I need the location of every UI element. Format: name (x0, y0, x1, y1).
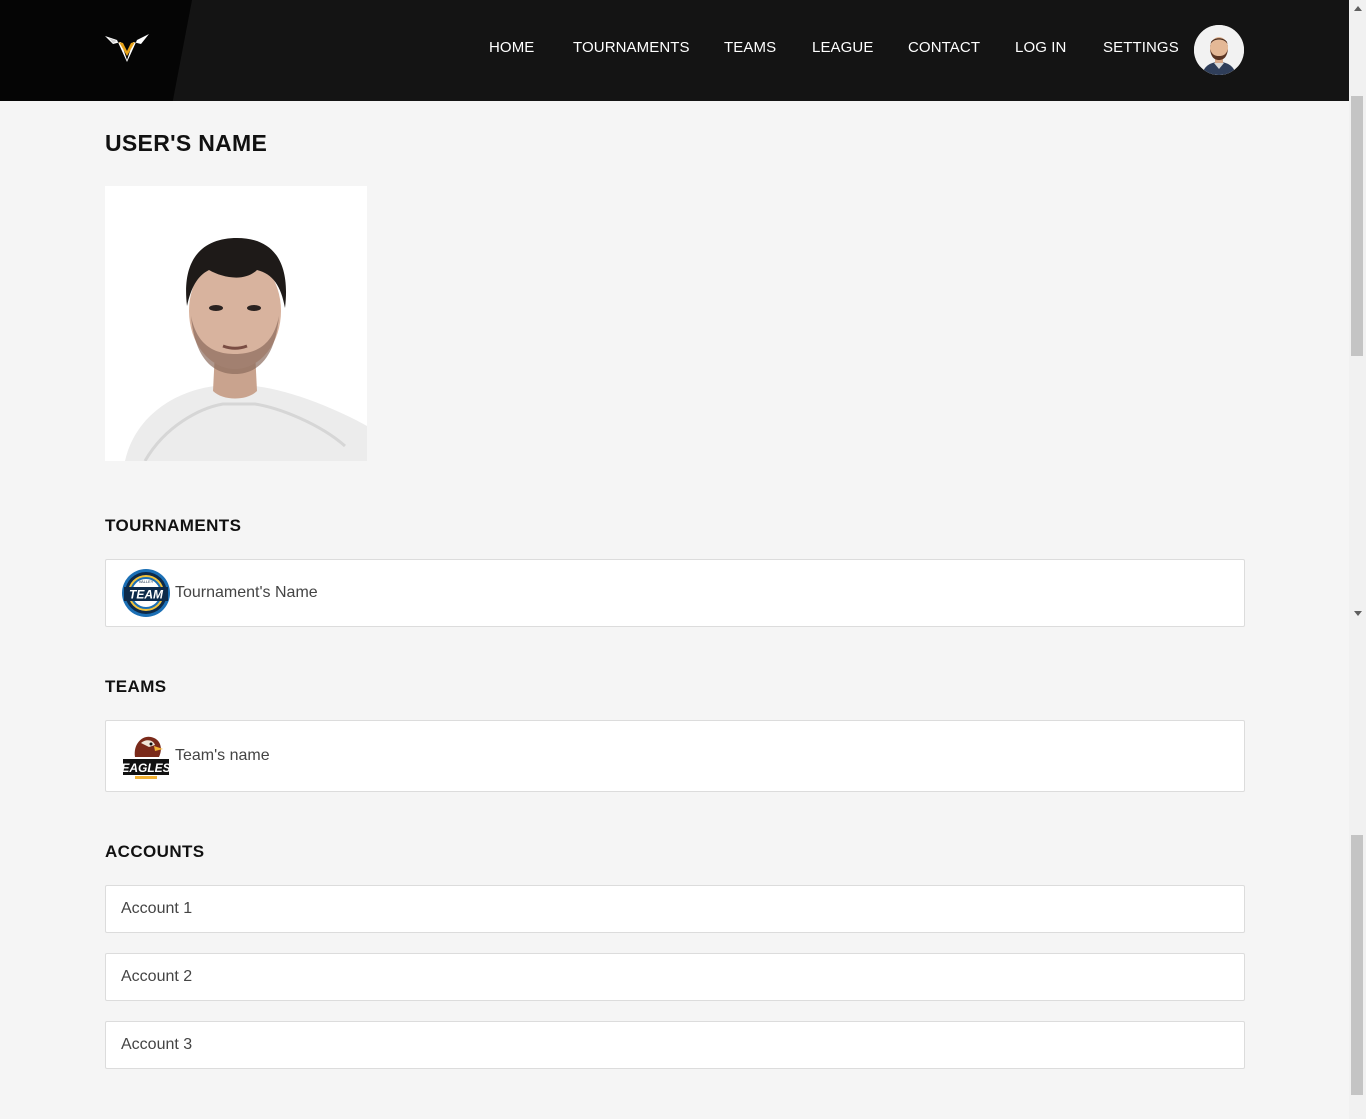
user-avatar-icon[interactable] (1194, 25, 1244, 75)
account-label: Account 3 (121, 1036, 193, 1053)
account-item-1[interactable]: Account 1 (105, 885, 1245, 933)
scroll-up-arrow-icon[interactable] (1354, 6, 1362, 11)
svg-text:TEAM: TEAM (129, 588, 164, 602)
account-item-3[interactable]: Account 3 (105, 1021, 1245, 1069)
team-badge-icon: EAGLES (121, 736, 171, 779)
profile-photo-icon (105, 186, 367, 461)
page-scrollbar[interactable] (1349, 0, 1366, 1119)
account-label: Account 2 (121, 968, 193, 985)
nav-log-in[interactable]: LOG IN (1015, 39, 1066, 56)
nav-home[interactable]: HOME (489, 39, 534, 56)
scrollbar-thumb-lower[interactable] (1351, 835, 1363, 1095)
svg-text:VALLEY: VALLEY (139, 579, 154, 584)
page-title: USER'S NAME (105, 130, 268, 156)
nav-tournaments[interactable]: TOURNAMENTS (573, 39, 690, 56)
team-name: Team's name (175, 747, 270, 764)
tournament-item[interactable]: TEAM VALLEY Tournament's Name (105, 559, 1245, 627)
tournament-name: Tournament's Name (175, 584, 318, 601)
nav-teams[interactable]: TEAMS (724, 39, 776, 56)
team-item[interactable]: EAGLES Team's name (105, 720, 1245, 792)
scroll-down-arrow-icon[interactable] (1354, 611, 1362, 616)
svg-text:EAGLES: EAGLES (121, 761, 170, 775)
teams-heading: TEAMS (105, 677, 167, 696)
scrollbar-thumb[interactable] (1351, 96, 1363, 356)
tournament-badge-icon: TEAM VALLEY (122, 569, 170, 617)
account-label: Account 1 (121, 900, 193, 917)
top-navbar: HOME TOURNAMENTS TEAMS LEAGUE CONTACT LO… (0, 0, 1349, 101)
accounts-heading: ACCOUNTS (105, 842, 205, 861)
account-item-2[interactable]: Account 2 (105, 953, 1245, 1001)
nav-league[interactable]: LEAGUE (812, 39, 873, 56)
tournaments-heading: TOURNAMENTS (105, 516, 242, 535)
logo-panel (0, 0, 192, 101)
nav-contact[interactable]: CONTACT (908, 39, 980, 56)
v-wings-logo-icon[interactable] (103, 30, 151, 66)
nav-settings[interactable]: SETTINGS (1103, 39, 1179, 56)
